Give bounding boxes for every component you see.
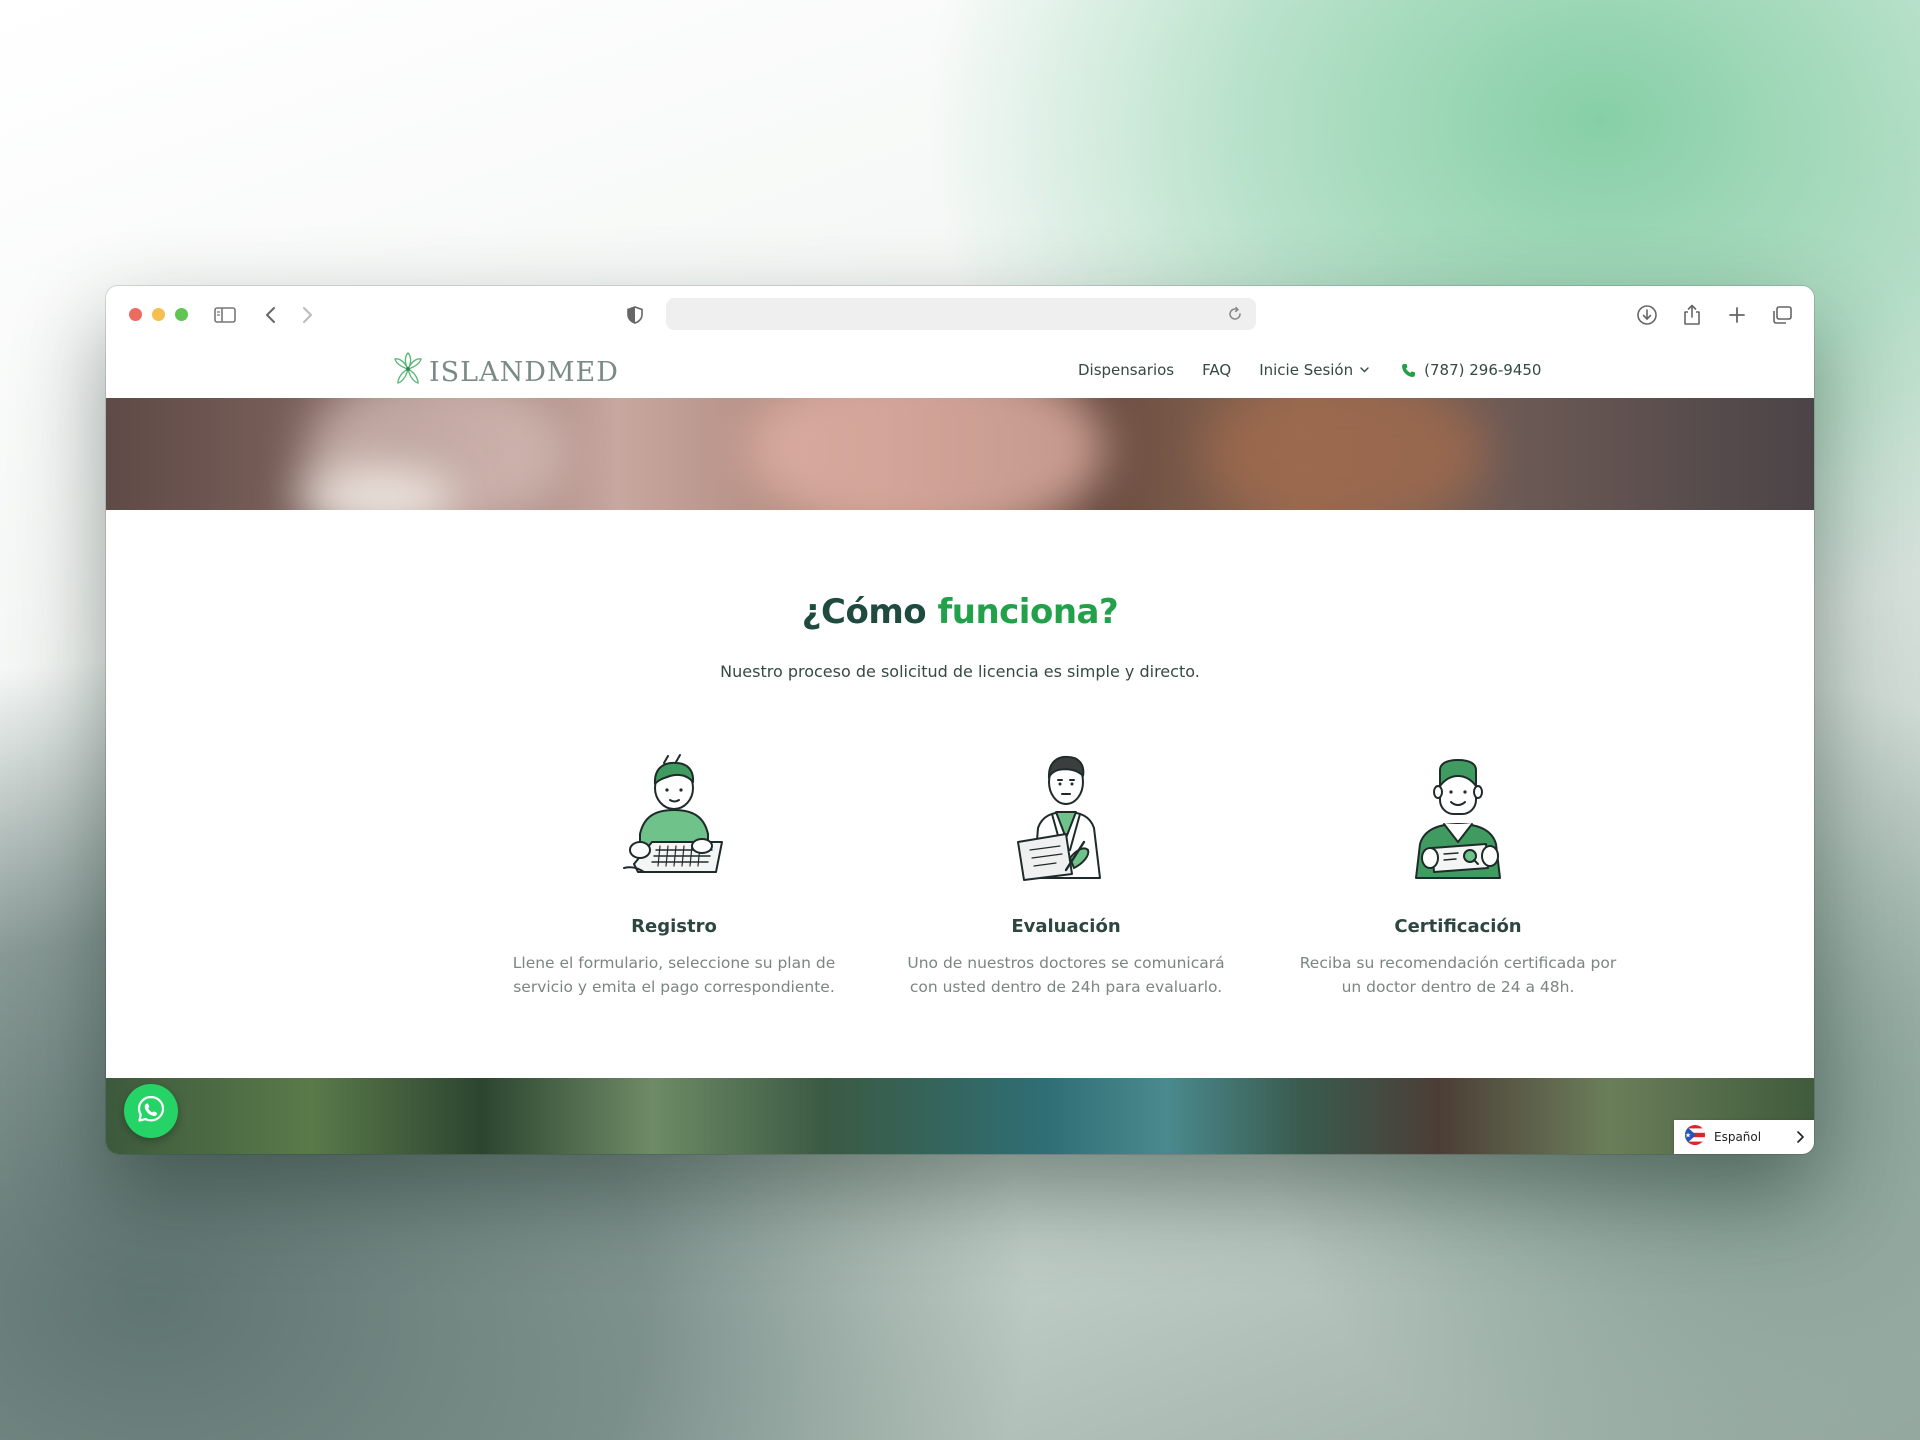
privacy-shield-icon[interactable]: [620, 300, 650, 330]
how-it-works-section: ¿Cómo funciona? Nuestro proceso de solic…: [106, 510, 1814, 1078]
nav-link-login-label: Inicie Sesión: [1259, 361, 1354, 379]
step-description: Reciba su recomendación certificada por …: [1299, 954, 1617, 996]
new-tab-plus-icon[interactable]: [1722, 300, 1752, 330]
step-evaluacion: Evaluación Uno de nuestros doctores se c…: [886, 746, 1246, 999]
back-arrow-icon[interactable]: [256, 300, 286, 330]
hero-blur-shape: [1206, 398, 1486, 510]
minimize-window-button[interactable]: [152, 308, 165, 321]
browser-window: ISLANDMED Dispensarios FAQ Inicie Sesión…: [106, 286, 1814, 1154]
sidebar-toggle-icon[interactable]: [210, 300, 240, 330]
download-icon[interactable]: [1632, 300, 1662, 330]
site-header: ISLANDMED Dispensarios FAQ Inicie Sesión…: [106, 342, 1814, 398]
zoom-window-button[interactable]: [175, 308, 188, 321]
step-title: Registro: [631, 916, 717, 937]
step-title: Certificación: [1394, 916, 1522, 937]
whatsapp-button[interactable]: [124, 1084, 178, 1138]
islandmed-logo[interactable]: ISLANDMED: [389, 351, 619, 393]
address-bar[interactable]: [666, 298, 1256, 330]
puerto-rico-flag-icon: [1684, 1124, 1706, 1151]
nav-link-faq[interactable]: FAQ: [1202, 361, 1231, 379]
flower-logo-icon: [389, 351, 427, 393]
nav-phone-link[interactable]: (787) 296-9450: [1401, 361, 1541, 379]
phone-number: (787) 296-9450: [1424, 361, 1542, 379]
section-title-part1: ¿Cómo: [801, 592, 927, 632]
chevron-down-icon: [1360, 367, 1369, 373]
share-icon[interactable]: [1677, 300, 1707, 330]
step-registro: Registro Llene el formulario, seleccione…: [494, 746, 854, 999]
whatsapp-icon: [136, 1094, 166, 1129]
section-subtitle: Nuestro proceso de solicitud de licencia…: [720, 662, 1200, 681]
section-title: ¿Cómo funciona?: [106, 592, 1814, 632]
step-certificacion: Certificación Reciba su recomendación ce…: [1278, 746, 1638, 999]
nav-link-dispensarios[interactable]: Dispensarios: [1078, 361, 1174, 379]
step-description: Llene el formulario, seleccione su plan …: [512, 954, 836, 996]
footer-landscape-image: [106, 1078, 1814, 1154]
step-description: Uno de nuestros doctores se comunicará c…: [907, 954, 1225, 996]
step-title: Evaluación: [1011, 916, 1121, 937]
section-title-accent: funciona?: [937, 592, 1119, 632]
chevron-right-icon: [1796, 1131, 1804, 1143]
close-window-button[interactable]: [129, 308, 142, 321]
nav-dropdown-login[interactable]: Inicie Sesión: [1259, 361, 1369, 379]
phone-icon: [1401, 363, 1416, 378]
language-selector[interactable]: Español: [1674, 1120, 1814, 1154]
doctor-with-tablet-illustration-icon: [886, 746, 1246, 886]
browser-toolbar: [106, 286, 1814, 342]
reload-icon[interactable]: [1220, 299, 1250, 329]
forward-arrow-icon[interactable]: [292, 300, 322, 330]
logo-text: ISLANDMED: [429, 356, 619, 388]
tab-overview-icon[interactable]: [1767, 300, 1797, 330]
hero-image: [106, 398, 1814, 510]
hero-blur-shape: [746, 398, 1106, 510]
language-label: Español: [1714, 1130, 1762, 1144]
person-holding-certificate-illustration-icon: [1278, 746, 1638, 886]
person-typing-illustration-icon: [494, 746, 854, 886]
main-nav: Dispensarios FAQ Inicie Sesión (787) 296…: [1078, 342, 1541, 398]
